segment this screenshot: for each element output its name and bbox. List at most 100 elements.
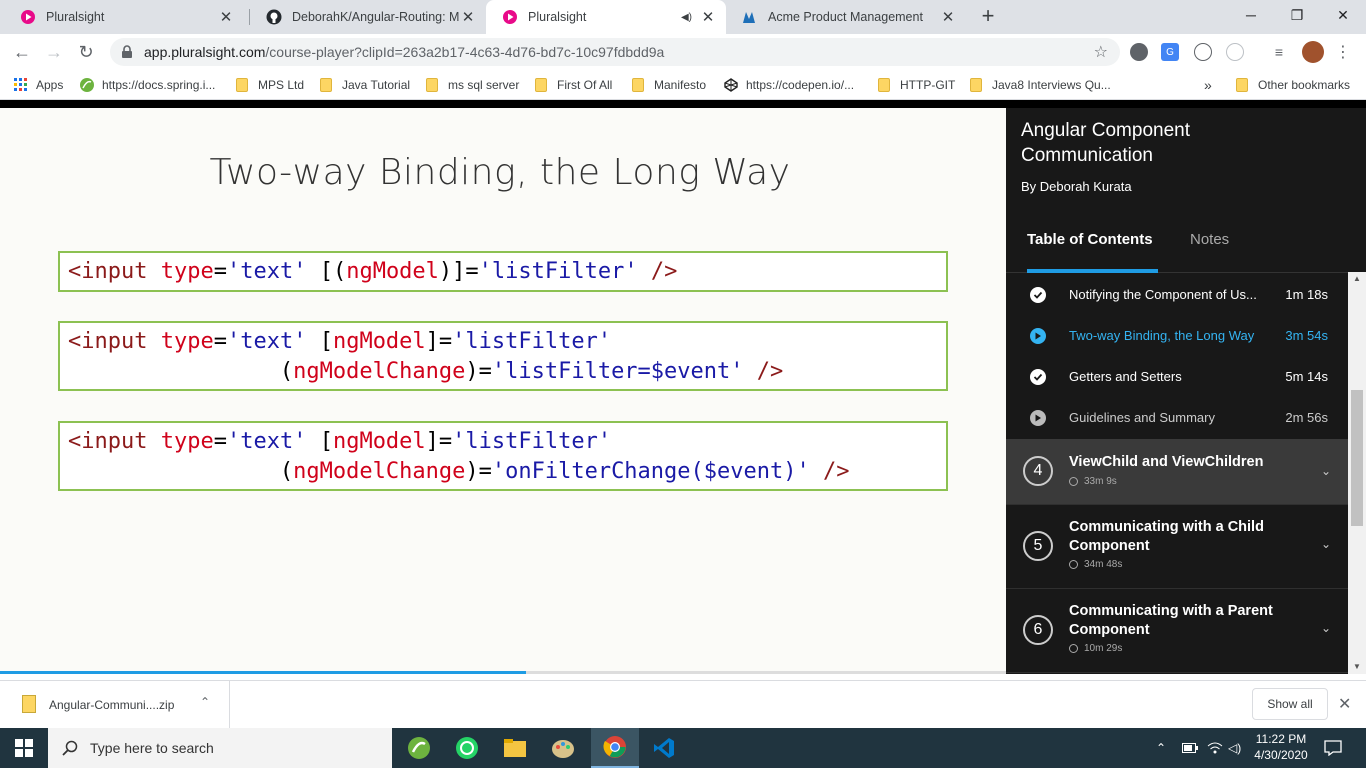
volume-icon[interactable]: ◁) xyxy=(1228,728,1241,768)
folder-icon xyxy=(535,78,547,92)
whatsapp-icon[interactable] xyxy=(443,728,491,768)
chevron-down-icon[interactable]: ⌄ xyxy=(1321,621,1331,635)
address-bar[interactable]: app.pluralsight.com/course-player?clipId… xyxy=(110,38,1120,66)
chevron-up-icon[interactable]: ⌃ xyxy=(200,695,210,709)
scroll-up-arrow-icon[interactable]: ▲ xyxy=(1348,272,1366,286)
menu-dots-icon[interactable]: ⋮ xyxy=(1334,43,1352,61)
bookmark-label: Other bookmarks xyxy=(1258,78,1351,92)
tab-pluralsight-active[interactable]: Pluralsight ◀) ✕ xyxy=(486,0,726,34)
scroll-down-arrow-icon[interactable]: ▼ xyxy=(1348,660,1366,674)
module-title: Communicating with a Parent Component xyxy=(1069,603,1273,638)
bookmark-mps[interactable]: MPS Ltd xyxy=(236,76,304,94)
clip-item[interactable]: Getters and Setters 5m 14s xyxy=(1006,356,1351,397)
clip-item-current[interactable]: Two-way Binding, the Long Way 3m 54s xyxy=(1006,315,1351,356)
tab-github[interactable]: DeborahK/Angular-Routing: Mat ✕ xyxy=(250,0,486,34)
notifications-icon[interactable] xyxy=(1324,728,1342,768)
download-bar: Angular-Communi....zip ⌃ Show all ✕ xyxy=(0,680,1366,729)
media-control-icon[interactable]: ≡ xyxy=(1270,43,1288,61)
clip-item[interactable]: Guidelines and Summary 2m 56s xyxy=(1006,397,1351,438)
tab-notes[interactable]: Notes xyxy=(1190,231,1229,273)
restore-button[interactable]: ❐ xyxy=(1274,0,1320,30)
bookmark-label: Java8 Interviews Qu... xyxy=(992,78,1111,92)
folder-icon xyxy=(236,78,248,92)
bookmark-mssql[interactable]: ms sql server xyxy=(426,76,519,94)
extension-face-icon[interactable] xyxy=(1226,43,1244,61)
spring-tools-icon[interactable] xyxy=(395,728,443,768)
clip-duration: 3m 54s xyxy=(1285,328,1328,343)
active-tab-indicator xyxy=(1027,269,1158,273)
chrome-icon[interactable] xyxy=(591,728,639,768)
back-arrow-icon[interactable]: ← xyxy=(10,40,34,64)
new-tab-button[interactable]: + xyxy=(976,5,1000,29)
download-item[interactable]: Angular-Communi....zip ⌃ xyxy=(0,681,230,729)
bookmark-http-git[interactable]: HTTP-GIT xyxy=(878,76,955,94)
close-tab-icon[interactable]: ✕ xyxy=(700,8,716,26)
folder-icon xyxy=(970,78,982,92)
tab-title: Pluralsight xyxy=(528,10,587,24)
close-tab-icon[interactable]: ✕ xyxy=(218,8,234,26)
windows-start-icon[interactable] xyxy=(0,728,48,768)
bookmark-label: Java Tutorial xyxy=(342,78,411,92)
file-explorer-icon[interactable] xyxy=(491,728,539,768)
bookmark-label: Manifesto xyxy=(654,78,707,92)
tab-title: Pluralsight xyxy=(46,10,105,24)
taskbar-search-box[interactable]: Type here to search xyxy=(48,728,392,768)
extension-dark-icon[interactable] xyxy=(1130,43,1148,61)
close-icon[interactable]: ✕ xyxy=(1338,694,1351,714)
folder-icon xyxy=(426,78,438,92)
tab-pluralsight-1[interactable]: Pluralsight ✕ xyxy=(4,0,244,34)
bookmark-star-icon[interactable]: ☆ xyxy=(1094,42,1108,62)
module-6[interactable]: 6 Communicating with a Parent Component … xyxy=(1006,589,1351,673)
show-hidden-icons-chevron[interactable]: ⌃ xyxy=(1156,728,1166,768)
video-progress-bar[interactable] xyxy=(0,671,1006,674)
reload-icon[interactable]: ↻ xyxy=(74,40,98,64)
clock-time: 11:22 PM xyxy=(1255,732,1307,746)
clip-item[interactable]: Notifying the Component of Us... 1m 18s xyxy=(1006,274,1351,315)
chevron-down-icon[interactable]: ⌄ xyxy=(1321,537,1331,551)
code-block-2: <input type='text' [ngModel]='listFilter… xyxy=(58,321,948,391)
bookmark-other[interactable]: Other bookmarks xyxy=(1236,76,1350,94)
system-clock[interactable]: 11:22 PM 4/30/2020 xyxy=(1248,731,1314,763)
bookmark-spring[interactable]: https://docs.spring.i... xyxy=(80,76,215,94)
tab-title: Acme Product Management xyxy=(768,10,923,24)
bookmarks-bar: Apps https://docs.spring.i... MPS Ltd Ja… xyxy=(0,70,1366,100)
folder-icon xyxy=(1236,78,1248,92)
code-block-1: <input type='text' [(ngModel)]='listFilt… xyxy=(58,251,948,292)
module-5[interactable]: 5 Communicating with a Child Component 3… xyxy=(1006,505,1351,589)
more-bookmarks-chevron-icon[interactable]: » xyxy=(1204,76,1212,94)
translate-icon[interactable]: G xyxy=(1161,43,1179,61)
bookmark-java-tutorial[interactable]: Java Tutorial xyxy=(320,76,410,94)
video-slide[interactable]: Two-way Binding, the Long Way <input typ… xyxy=(0,108,1006,768)
tab-acme[interactable]: Acme Product Management ✕ xyxy=(726,0,966,34)
speaker-icon[interactable]: ◀) xyxy=(681,12,692,23)
bookmark-manifesto[interactable]: Manifesto xyxy=(632,76,706,94)
scrollbar-thumb[interactable] xyxy=(1351,390,1363,526)
show-all-button[interactable]: Show all xyxy=(1252,688,1328,720)
close-window-button[interactable]: ✕ xyxy=(1320,0,1366,30)
wifi-icon[interactable] xyxy=(1207,728,1223,768)
folder-icon xyxy=(320,78,332,92)
close-tab-icon[interactable]: ✕ xyxy=(940,8,956,26)
code-block-3: <input type='text' [ngModel]='listFilter… xyxy=(58,421,948,491)
browser-tab-strip: Pluralsight ✕ DeborahK/Angular-Routing: … xyxy=(0,0,1366,34)
bookmark-codepen[interactable]: https://codepen.io/... xyxy=(724,76,854,94)
module-4[interactable]: 4 ViewChild and ViewChildren 33m 9s ⌄ xyxy=(1006,439,1351,505)
avatar[interactable] xyxy=(1302,41,1324,63)
module-duration: 34m 48s xyxy=(1069,559,1122,570)
sidebar-scrollbar[interactable]: ▲ ▼ xyxy=(1348,272,1366,674)
close-tab-icon[interactable]: ✕ xyxy=(460,8,476,26)
bookmark-first-of-all[interactable]: First Of All xyxy=(535,76,612,94)
battery-icon[interactable] xyxy=(1182,728,1198,768)
sidebar-tabs: Table of Contents Notes xyxy=(1006,228,1356,273)
bookmark-apps[interactable]: Apps xyxy=(14,76,63,94)
minimize-button[interactable]: ─ xyxy=(1228,0,1274,30)
module-number: 6 xyxy=(1023,615,1053,645)
bookmark-java8[interactable]: Java8 Interviews Qu... xyxy=(970,76,1111,94)
chevron-down-icon[interactable]: ⌄ xyxy=(1321,464,1331,478)
forward-arrow-icon[interactable]: → xyxy=(42,40,66,64)
paint-icon[interactable] xyxy=(539,728,587,768)
bookmark-label: Apps xyxy=(36,78,64,92)
extension-circle-icon[interactable] xyxy=(1194,43,1212,61)
vscode-icon[interactable] xyxy=(640,728,688,768)
tab-table-of-contents[interactable]: Table of Contents xyxy=(1027,231,1153,273)
